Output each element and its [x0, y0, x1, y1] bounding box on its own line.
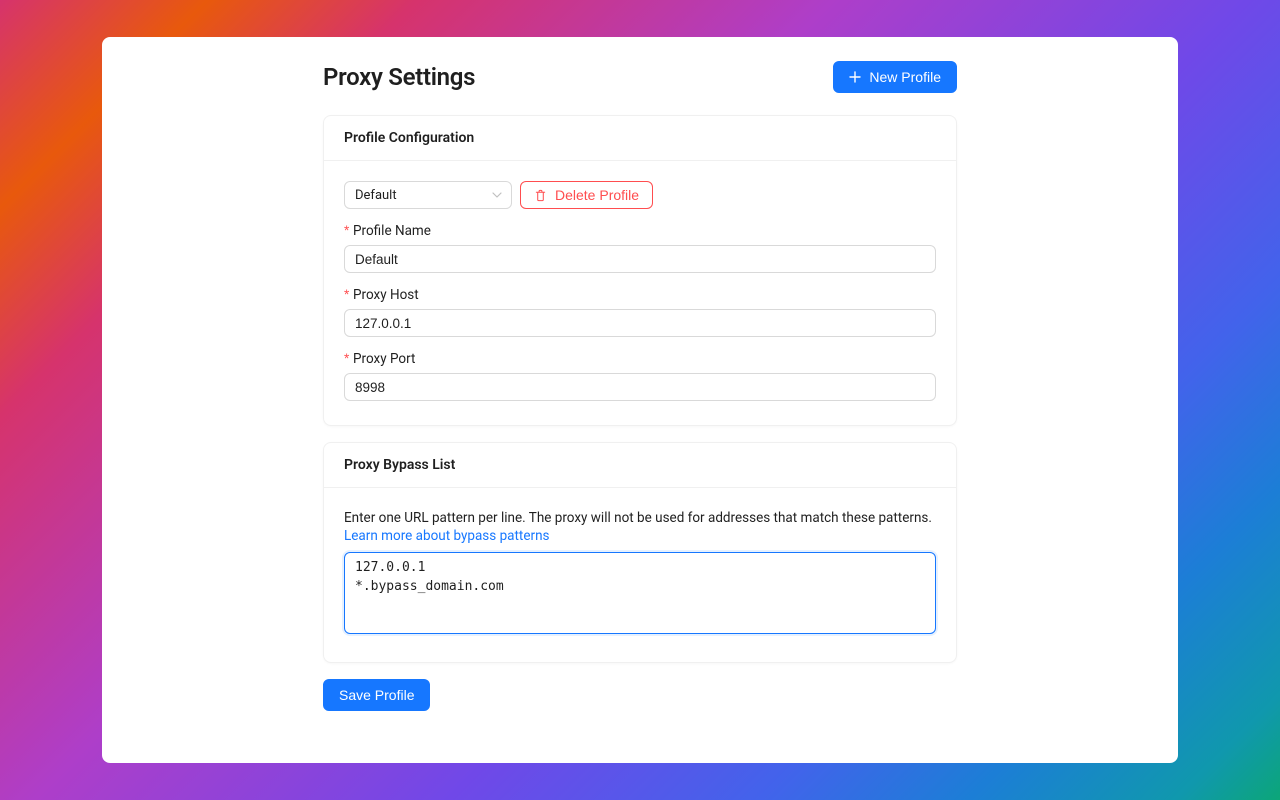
profile-name-field: Profile Name — [344, 223, 936, 273]
profile-config-card: Profile Configuration Default Delete Pro… — [323, 115, 957, 426]
profile-config-body: Default Delete Profile Profile Name — [324, 161, 956, 425]
chevron-down-icon — [492, 190, 502, 200]
trash-icon — [534, 189, 547, 202]
proxy-port-input[interactable] — [344, 373, 936, 401]
profile-name-input[interactable] — [344, 245, 936, 273]
bypass-list-textarea[interactable] — [344, 552, 936, 634]
bypass-hint-text: Enter one URL pattern per line. The prox… — [344, 508, 936, 528]
settings-window: Proxy Settings New Profile Profile Confi… — [102, 37, 1178, 763]
bypass-list-title: Proxy Bypass List — [324, 443, 956, 488]
bypass-learn-more-link[interactable]: Learn more about bypass patterns — [344, 528, 550, 544]
profile-select-row: Default Delete Profile — [344, 181, 936, 209]
new-profile-label: New Profile — [869, 70, 941, 84]
save-profile-button[interactable]: Save Profile — [323, 679, 430, 711]
bypass-list-card: Proxy Bypass List Enter one URL pattern … — [323, 442, 957, 663]
page-header: Proxy Settings New Profile — [323, 61, 957, 93]
new-profile-button[interactable]: New Profile — [833, 61, 957, 93]
profile-select[interactable]: Default — [344, 181, 512, 209]
save-row: Save Profile — [323, 679, 957, 711]
delete-profile-button[interactable]: Delete Profile — [520, 181, 653, 209]
content-column: Proxy Settings New Profile Profile Confi… — [323, 61, 957, 711]
proxy-port-label: Proxy Port — [344, 351, 936, 367]
profile-config-title: Profile Configuration — [324, 116, 956, 161]
plus-icon — [849, 71, 861, 83]
profile-name-label: Profile Name — [344, 223, 936, 239]
profile-select-value: Default — [355, 188, 397, 203]
delete-profile-label: Delete Profile — [555, 188, 639, 202]
save-profile-label: Save Profile — [339, 688, 414, 702]
proxy-host-label: Proxy Host — [344, 287, 936, 303]
proxy-host-field: Proxy Host — [344, 287, 936, 337]
proxy-port-field: Proxy Port — [344, 351, 936, 401]
bypass-list-body: Enter one URL pattern per line. The prox… — [324, 488, 956, 662]
page-title: Proxy Settings — [323, 63, 475, 91]
proxy-host-input[interactable] — [344, 309, 936, 337]
